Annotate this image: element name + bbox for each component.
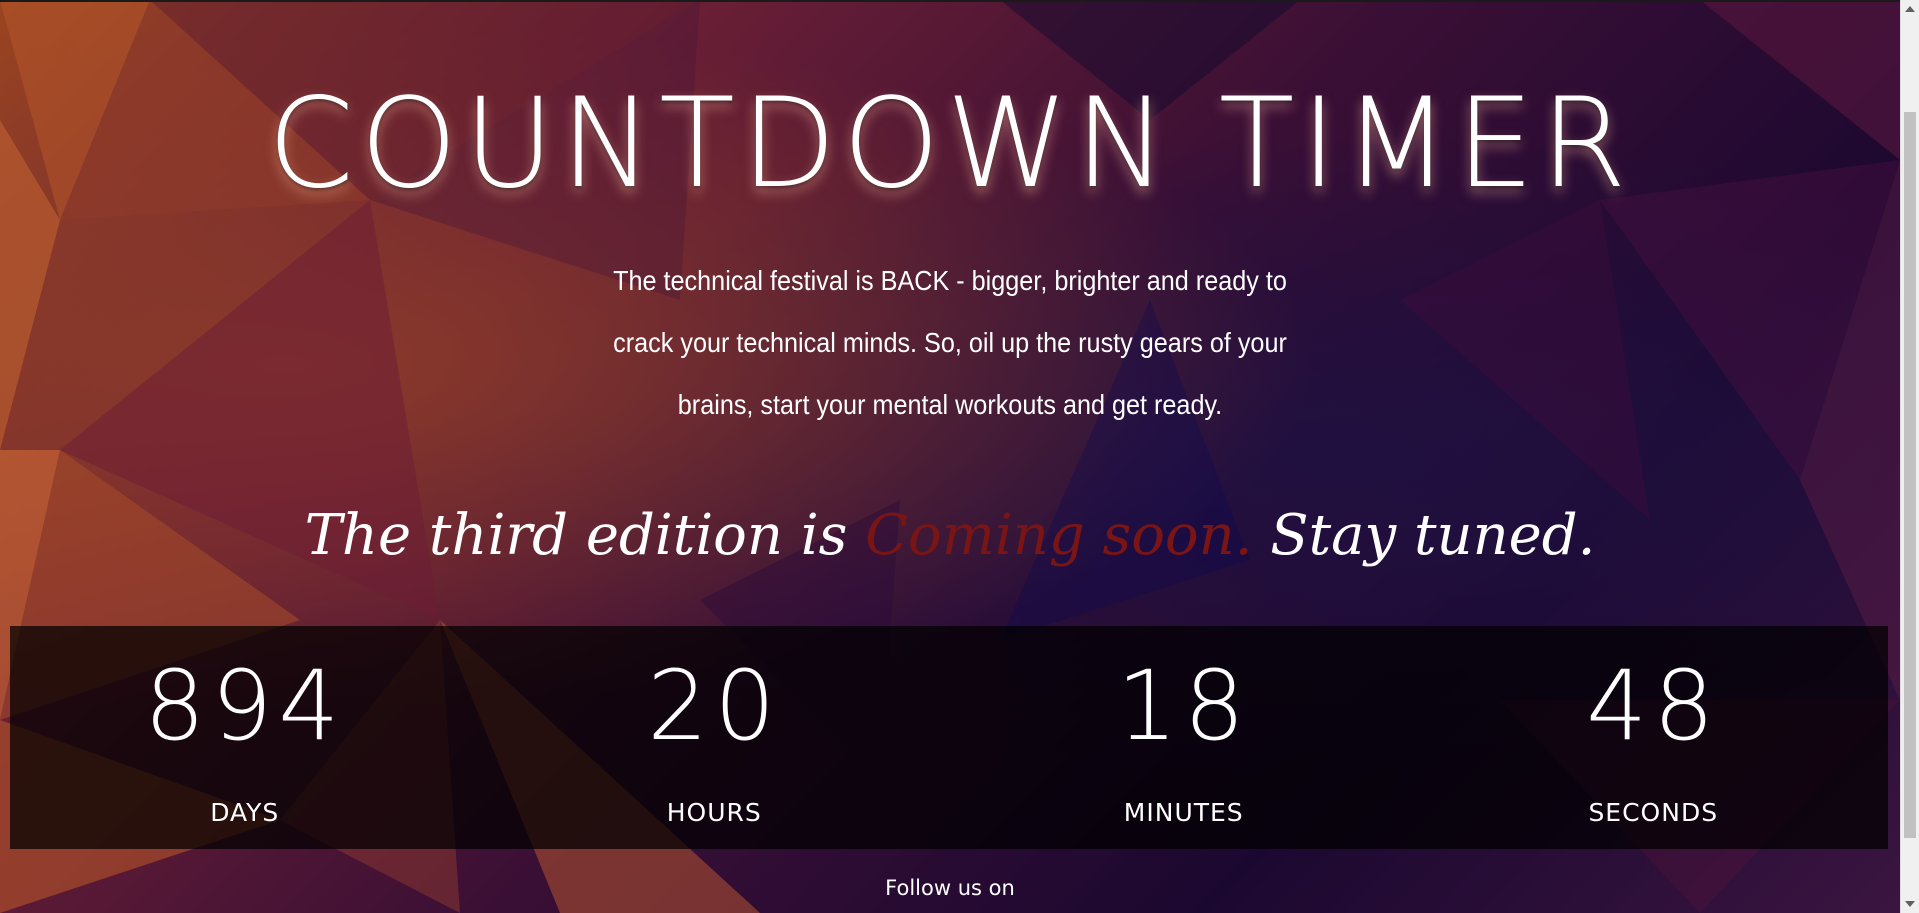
scroll-down-arrow-icon[interactable] (1905, 901, 1915, 907)
countdown-hours: 20 HOURS (480, 626, 950, 849)
countdown-minutes: 18 MINUTES (949, 626, 1419, 849)
countdown-seconds: 48 SECONDS (1419, 626, 1889, 849)
tagline-suffix: Stay tuned. (1252, 503, 1596, 568)
tagline-highlight: Coming soon. (865, 503, 1253, 568)
hours-value: 20 (647, 650, 782, 762)
countdown-timer: 894 DAYS 20 HOURS 18 MINUTES 48 SECONDS (10, 626, 1888, 849)
minutes-value: 18 (1116, 650, 1251, 762)
countdown-days: 894 DAYS (10, 626, 480, 849)
days-value: 894 (144, 650, 346, 762)
days-label: DAYS (210, 798, 280, 827)
top-border (0, 0, 1900, 2)
scrollbar-thumb[interactable] (1904, 112, 1916, 838)
tagline-prefix: The third edition is (304, 503, 866, 568)
scroll-up-arrow-icon[interactable] (1905, 6, 1915, 12)
page-title: COUNTDOWN TIMER (267, 72, 1633, 216)
intro-text: The technical festival is BACK - bigger,… (613, 265, 1287, 420)
follow-us-text: Follow us on (885, 876, 1015, 900)
vertical-scrollbar[interactable] (1900, 0, 1919, 913)
tagline: The third edition is Coming soon. Stay t… (0, 503, 1900, 568)
seconds-value: 48 (1586, 650, 1721, 762)
countdown-page: COUNTDOWN TIMER The technical festival i… (0, 0, 1919, 913)
hours-label: HOURS (666, 798, 762, 827)
minutes-label: MINUTES (1123, 798, 1244, 827)
seconds-label: SECONDS (1588, 798, 1719, 827)
